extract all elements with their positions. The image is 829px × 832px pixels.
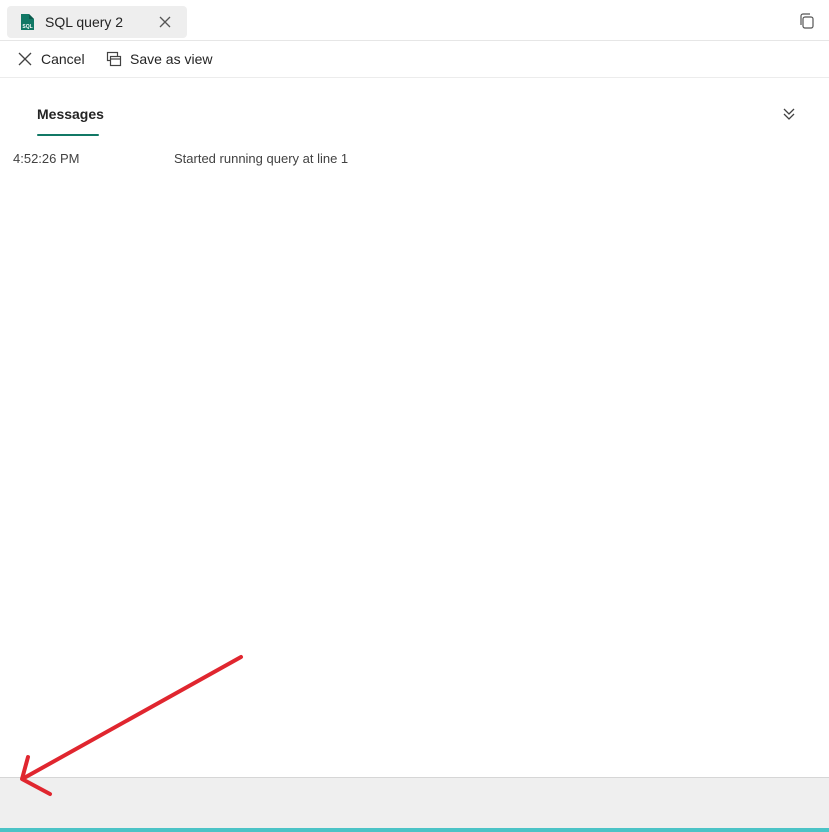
- tab-messages[interactable]: Messages: [37, 104, 104, 136]
- close-icon[interactable]: [157, 14, 173, 30]
- save-as-view-button[interactable]: Save as view: [101, 41, 213, 77]
- active-tab-indicator: [37, 134, 99, 136]
- message-time: 4:52:26 PM: [13, 151, 80, 166]
- save-as-view-label: Save as view: [130, 51, 213, 67]
- sql-file-icon: SQL: [21, 14, 34, 30]
- chevron-double-down-icon[interactable]: [780, 105, 798, 123]
- close-icon: [18, 52, 32, 66]
- status-accent-line: [0, 828, 829, 832]
- svg-text:SQL: SQL: [22, 24, 32, 30]
- toolbar: Cancel Save as view: [0, 41, 829, 78]
- tab-title: SQL query 2: [45, 14, 124, 30]
- annotation-arrow-icon: [20, 655, 243, 796]
- save-as-view-icon: [106, 51, 122, 67]
- tab-sql-query[interactable]: SQL SQL query 2: [7, 6, 187, 38]
- status-bar: [0, 778, 829, 828]
- restore-icon[interactable]: [798, 12, 816, 30]
- tab-bar: SQL SQL query 2: [0, 0, 829, 41]
- message-row: 4:52:26 PM Started running query at line…: [0, 148, 829, 170]
- cancel-label: Cancel: [41, 51, 85, 67]
- messages-tab-label: Messages: [37, 106, 104, 122]
- message-text: Started running query at line 1: [174, 151, 349, 166]
- cancel-button[interactable]: Cancel: [12, 41, 87, 77]
